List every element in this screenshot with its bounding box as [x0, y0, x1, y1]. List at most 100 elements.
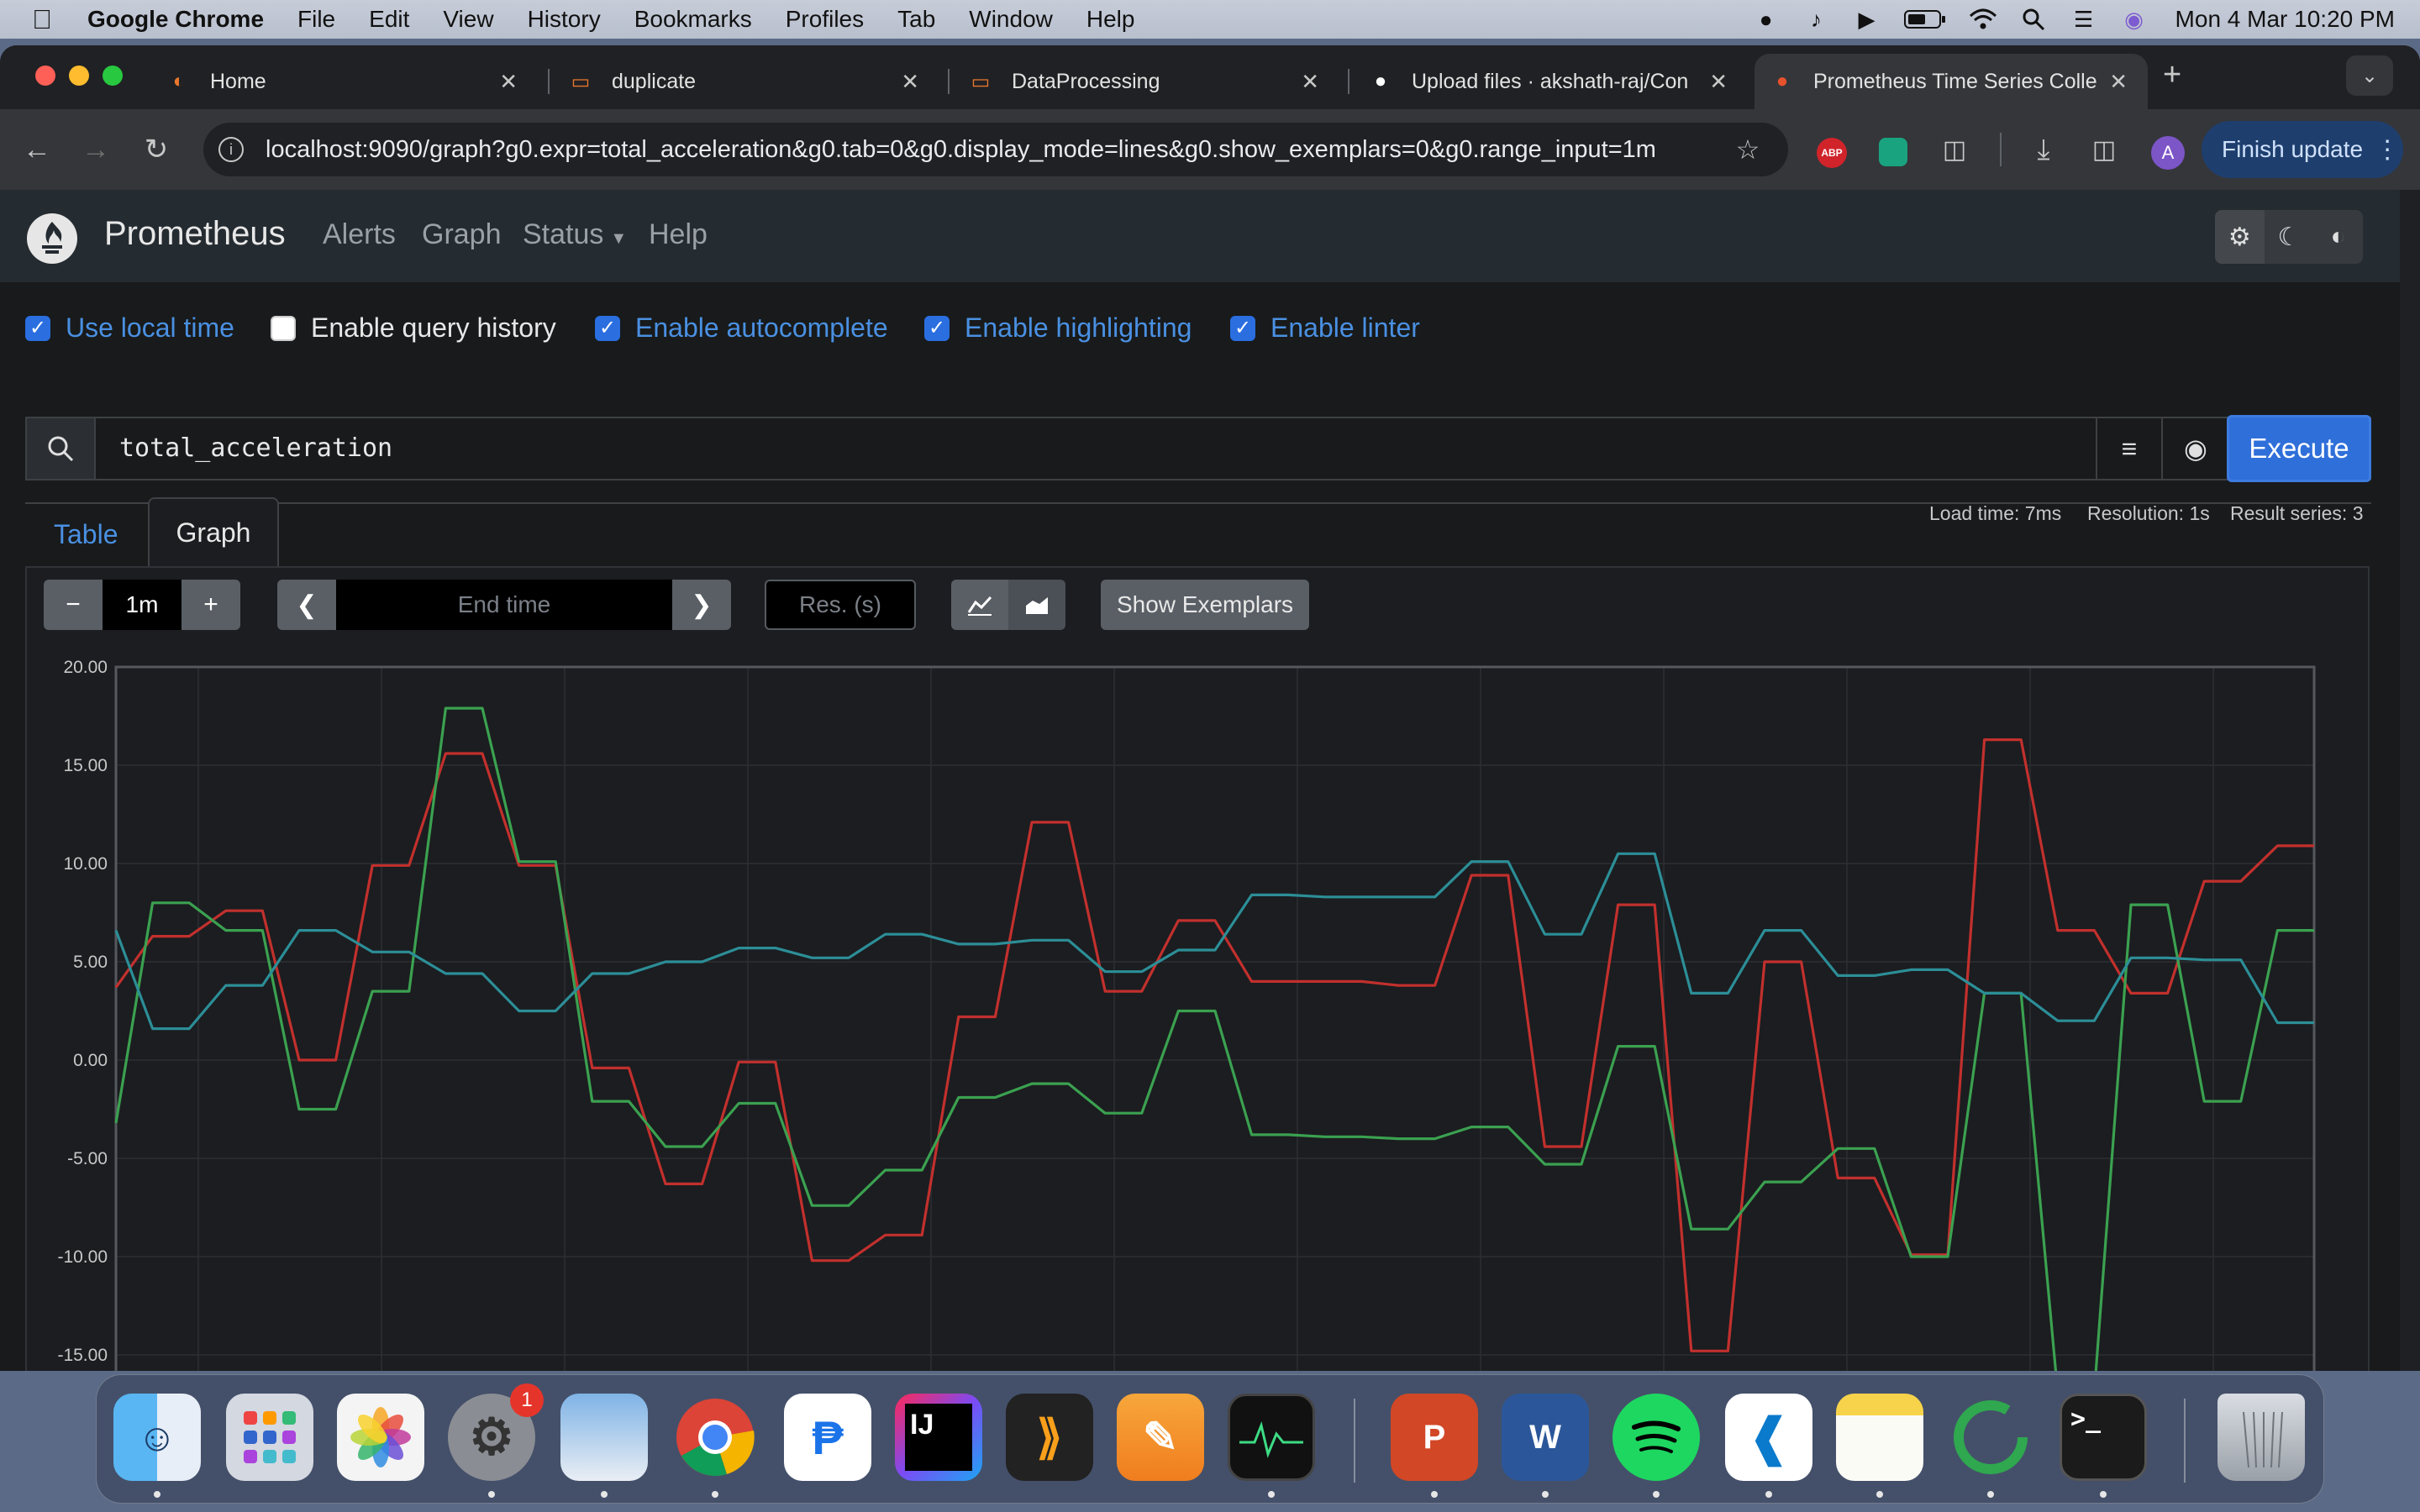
- powerpoint-icon[interactable]: P: [1391, 1394, 1478, 1481]
- minimize-window-button[interactable]: [69, 66, 89, 86]
- execute-button[interactable]: Execute: [2227, 415, 2371, 482]
- photos-icon[interactable]: [337, 1394, 424, 1481]
- tab-dataprocessing[interactable]: ▭ DataProcessing ✕: [953, 54, 1339, 109]
- checkbox-unchecked-icon[interactable]: [271, 315, 296, 341]
- tab-prometheus[interactable]: ● Prometheus Time Series Colle ✕: [1754, 54, 2148, 109]
- side-panel-icon[interactable]: ◫: [2084, 129, 2124, 170]
- profile-avatar[interactable]: A: [2151, 136, 2185, 170]
- trash-icon[interactable]: [2217, 1394, 2305, 1481]
- app-ring-icon[interactable]: [1947, 1394, 2034, 1481]
- launchpad-icon[interactable]: [226, 1394, 313, 1481]
- terminal-icon[interactable]: >_: [2060, 1394, 2147, 1481]
- menu-help[interactable]: Help: [1070, 0, 1152, 39]
- dark-theme-icon[interactable]: ☾: [2264, 210, 2314, 264]
- finish-update-label: Finish update: [2222, 136, 2364, 162]
- checkbox-checked-icon[interactable]: ✓: [1230, 315, 1255, 341]
- back-arrow-icon[interactable]: ←: [17, 129, 57, 170]
- finder-icon[interactable]: ☺: [113, 1394, 201, 1481]
- menu-profiles[interactable]: Profiles: [769, 0, 881, 39]
- y-tick-label: 10.00: [63, 854, 108, 874]
- close-icon[interactable]: ✕: [901, 69, 919, 95]
- music-icon[interactable]: ♪: [1802, 7, 1831, 32]
- tab-duplicate[interactable]: ▭ duplicate ✕: [553, 54, 939, 109]
- tab-search-chevron-icon[interactable]: ⌄: [2346, 55, 2393, 96]
- intellij-idea-icon[interactable]: IJ: [895, 1394, 982, 1481]
- preview-icon[interactable]: [560, 1394, 648, 1481]
- option-query-history[interactable]: Enable query history: [271, 312, 556, 344]
- finish-update-button[interactable]: Finish update ⋮: [2202, 121, 2403, 178]
- light-theme-icon[interactable]: ⚙: [2215, 210, 2265, 264]
- option-autocomplete[interactable]: ✓ Enable autocomplete: [595, 312, 888, 344]
- new-tab-button[interactable]: +: [2163, 57, 2181, 93]
- menu-app-name[interactable]: Google Chrome: [71, 0, 281, 39]
- adblock-icon[interactable]: ABP: [1817, 138, 1847, 168]
- codeforces-icon[interactable]: ⟫: [1006, 1394, 1093, 1481]
- menu-window[interactable]: Window: [952, 0, 1070, 39]
- option-linter[interactable]: ✓ Enable linter: [1230, 312, 1420, 344]
- close-icon[interactable]: ✕: [499, 69, 518, 95]
- more-menu-icon[interactable]: ⋮: [2375, 135, 2400, 165]
- series-line-1[interactable]: [114, 738, 2314, 1352]
- checkbox-checked-icon[interactable]: ✓: [595, 315, 620, 341]
- wifi-icon[interactable]: [1969, 7, 1997, 32]
- activity-monitor-icon[interactable]: [1228, 1394, 1315, 1481]
- nav-help[interactable]: Help: [649, 218, 708, 251]
- auto-theme-icon[interactable]: ◐: [2313, 210, 2363, 264]
- extensions-puzzle-icon[interactable]: ◫: [1934, 129, 1975, 170]
- terminal-label: >_: [2070, 1404, 2102, 1434]
- word-icon[interactable]: W: [1502, 1394, 1589, 1481]
- tab-graph[interactable]: Graph: [148, 497, 279, 566]
- play-icon[interactable]: ▶: [1853, 7, 1881, 32]
- prometheus-logo-icon[interactable]: [27, 213, 77, 264]
- maximize-window-button[interactable]: [103, 66, 123, 86]
- chrome-icon[interactable]: [671, 1394, 759, 1481]
- instruments-icon[interactable]: ₱: [784, 1394, 871, 1481]
- series-line-2[interactable]: [114, 706, 2314, 1371]
- close-window-button[interactable]: [35, 66, 55, 86]
- menu-tab[interactable]: Tab: [881, 0, 952, 39]
- download-icon[interactable]: ⤓: [2023, 129, 2064, 170]
- tab-label: Upload files · akshath-raj/Con: [1412, 69, 1689, 93]
- query-input[interactable]: total_acceleration: [119, 433, 392, 463]
- grammarly-icon[interactable]: ●: [1752, 7, 1781, 32]
- spotify-icon[interactable]: [1612, 1394, 1700, 1481]
- menu-edit[interactable]: Edit: [352, 0, 426, 39]
- nav-status[interactable]: Status ▼: [523, 218, 627, 251]
- format-query-icon[interactable]: ≡: [2096, 418, 2161, 479]
- brand-name[interactable]: Prometheus: [104, 215, 286, 253]
- option-highlighting[interactable]: ✓ Enable highlighting: [924, 312, 1192, 344]
- vscode-icon[interactable]: ❰: [1725, 1394, 1812, 1481]
- tab-home[interactable]: ◐ Home ✕: [151, 54, 538, 109]
- pages-icon[interactable]: ✎: [1117, 1394, 1204, 1481]
- control-center-icon[interactable]: ☰: [2070, 7, 2098, 32]
- checkbox-checked-icon[interactable]: ✓: [25, 315, 50, 341]
- site-info-icon[interactable]: i: [218, 137, 244, 162]
- tab-github-upload[interactable]: ● Upload files · akshath-raj/Con ✕: [1353, 54, 1748, 109]
- menu-view[interactable]: View: [426, 0, 510, 39]
- close-icon[interactable]: ✕: [1704, 69, 1728, 95]
- checkbox-checked-icon[interactable]: ✓: [924, 315, 950, 341]
- metrics-explorer-globe-icon[interactable]: ◉: [2161, 418, 2228, 479]
- apple-icon[interactable]: : [0, 0, 71, 39]
- menu-bookmarks[interactable]: Bookmarks: [618, 0, 769, 39]
- reload-icon[interactable]: ↻: [136, 129, 176, 170]
- address-bar[interactable]: i localhost:9090/graph?g0.expr=total_acc…: [203, 123, 1788, 176]
- close-icon[interactable]: ✕: [2104, 69, 2128, 95]
- siri-icon[interactable]: ◉: [2120, 7, 2149, 32]
- menu-clock[interactable]: Mon 4 Mar 10:20 PM: [2175, 6, 2395, 33]
- chatgpt-extension-icon[interactable]: [1879, 138, 1907, 166]
- url-text[interactable]: localhost:9090/graph?g0.expr=total_accel…: [266, 136, 1656, 164]
- notes-icon[interactable]: [1836, 1394, 1923, 1481]
- spotlight-search-icon[interactable]: [2019, 7, 2048, 32]
- nav-graph[interactable]: Graph: [422, 218, 502, 251]
- battery-icon[interactable]: [1903, 7, 1947, 32]
- bookmark-star-icon[interactable]: ☆: [1728, 129, 1768, 170]
- menu-file[interactable]: File: [281, 0, 352, 39]
- option-use-local-time[interactable]: ✓ Use local time: [25, 312, 234, 344]
- forward-arrow-icon[interactable]: →: [76, 129, 116, 170]
- time-series-chart[interactable]: 20.00 15.00 10.00 5.00 0.00 -5.00 -10.00 -15.00: [27, 568, 2371, 1371]
- menu-history[interactable]: History: [511, 0, 618, 39]
- tab-table[interactable]: Table: [54, 519, 118, 550]
- close-icon[interactable]: ✕: [1301, 69, 1319, 95]
- nav-alerts[interactable]: Alerts: [323, 218, 396, 251]
